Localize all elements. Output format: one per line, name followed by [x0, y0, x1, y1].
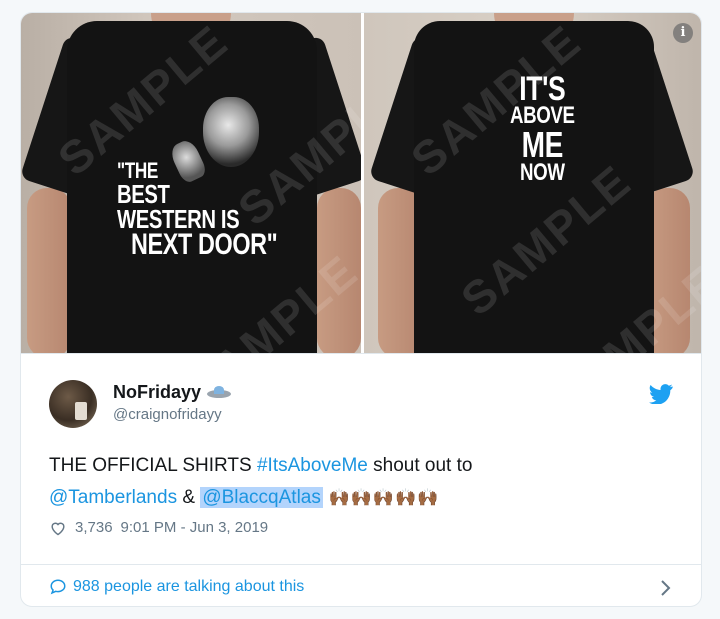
like-count[interactable]: 3,736: [75, 519, 113, 536]
conversation-footer[interactable]: 988 people are talking about this: [21, 564, 701, 606]
mention-link[interactable]: @Tamberlands: [49, 487, 177, 508]
talking-count-link[interactable]: 988 people are talking about this: [73, 578, 304, 596]
avatar[interactable]: [49, 380, 97, 428]
back-print-line: IT'S: [518, 70, 565, 108]
embedded-tweet-card: SAMPLE SAMPLE SAMPLE "THE BEST WESTERN I…: [20, 12, 702, 607]
info-icon[interactable]: i: [673, 23, 693, 43]
front-print-line: NEXT DOOR": [131, 228, 278, 262]
chevron-right-icon[interactable]: [659, 579, 671, 597]
heart-icon[interactable]: [49, 520, 67, 536]
tweet-timestamp[interactable]: 9:01 PM - Jun 3, 2019: [121, 519, 269, 536]
clapping-hands-emoji: 🙌🏾🙌🏾🙌🏾🙌🏾🙌🏾: [322, 488, 440, 507]
reply-bubble-icon: [50, 579, 66, 595]
tweet-text-part: THE OFFICIAL SHIRTS: [49, 455, 257, 476]
tweet-text: THE OFFICIAL SHIRTS #ItsAboveMe shout ou…: [49, 450, 679, 514]
tweet-meta: 3,736 9:01 PM - Jun 3, 2019: [49, 519, 268, 536]
author-name[interactable]: NoFridayy: [113, 382, 232, 403]
tweet-media[interactable]: SAMPLE SAMPLE SAMPLE "THE BEST WESTERN I…: [21, 13, 701, 353]
portrait-face-graphic: [203, 97, 259, 167]
back-print-text: IT'S ABOVE ME NOW: [510, 70, 575, 187]
photo-shirt-front[interactable]: SAMPLE SAMPLE SAMPLE "THE BEST WESTERN I…: [21, 13, 361, 353]
back-print-line: NOW: [519, 159, 565, 187]
front-print-text: "THE BEST WESTERN IS NEXT DOOR": [117, 160, 278, 262]
display-name-text[interactable]: NoFridayy: [113, 382, 201, 403]
model-arm-left: [27, 188, 71, 353]
tweet-text-part: shout out to: [367, 455, 473, 476]
tweet-text-part: &: [177, 487, 201, 508]
back-print-line: ME: [521, 124, 563, 166]
ufo-emoji-icon: [207, 385, 232, 400]
author-handle[interactable]: @craignofridayy: [113, 406, 222, 423]
hashtag-link[interactable]: #ItsAboveMe: [257, 455, 368, 476]
front-print-line: BEST: [117, 178, 170, 209]
twitter-bird-icon[interactable]: [649, 384, 673, 404]
mention-link-selected[interactable]: @BlaccqAtlas: [200, 487, 323, 508]
photo-shirt-back[interactable]: SAMPLE SAMPLE SAMPLE IT'S ABOVE ME NOW i: [363, 13, 701, 353]
tweet-body: NoFridayy @craignofridayy THE OFFICIAL S…: [21, 353, 701, 606]
